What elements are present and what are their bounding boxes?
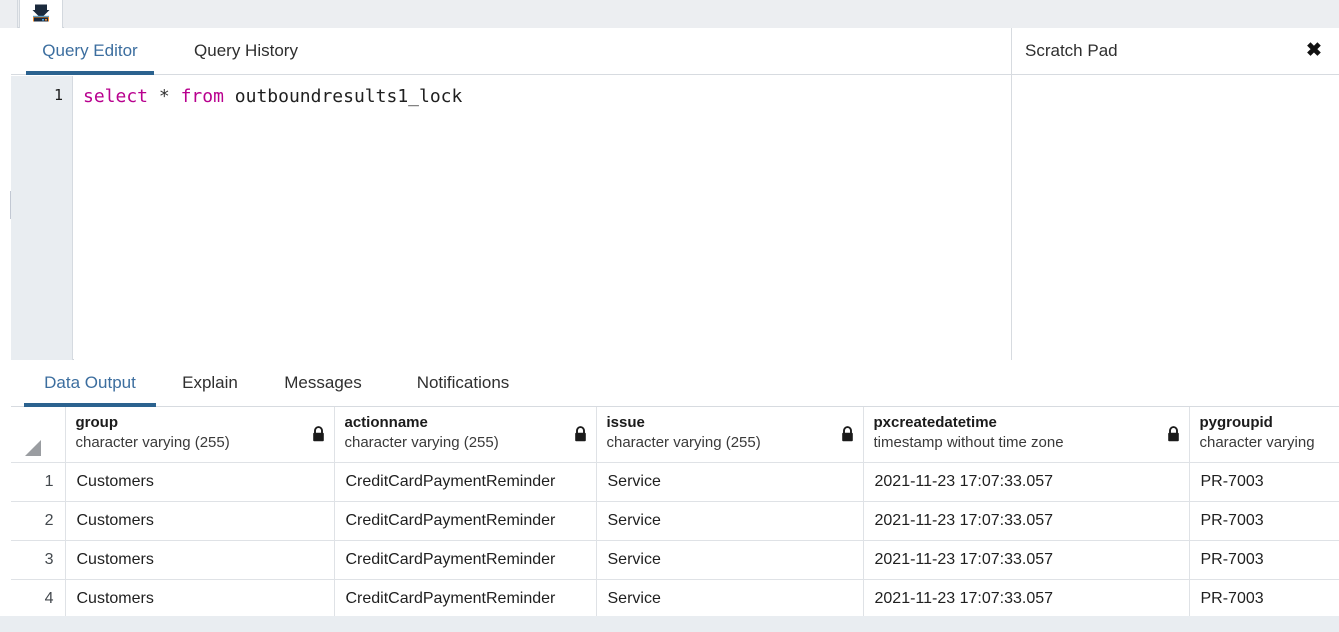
tab-notifications-label: Notifications bbox=[416, 373, 510, 392]
table-row[interactable]: 4 Customers CreditCardPaymentReminder Se… bbox=[11, 579, 1339, 619]
column-header-pygroupid[interactable]: pygroupid character varying bbox=[1189, 407, 1339, 463]
select-all-corner[interactable] bbox=[11, 407, 66, 463]
table-body: 1 Customers CreditCardPaymentReminder Se… bbox=[11, 462, 1339, 619]
cell-group[interactable]: Customers bbox=[65, 579, 335, 619]
tab-explain[interactable]: Explain bbox=[166, 361, 254, 407]
tab-messages-label: Messages bbox=[284, 373, 362, 392]
column-type: character varying (255) bbox=[344, 434, 499, 451]
sql-star: * bbox=[158, 86, 170, 107]
column-header-pxcreatedatetime[interactable]: pxcreatedatetime timestamp without time … bbox=[863, 407, 1190, 463]
sql-space-3 bbox=[224, 86, 235, 107]
cell-pxcreatedatetime[interactable]: 2021-11-23 17:07:33.057 bbox=[863, 462, 1190, 502]
cell-issue[interactable]: Service bbox=[596, 579, 864, 619]
top-toolbar bbox=[0, 0, 1339, 28]
sql-space-2 bbox=[170, 86, 181, 107]
column-name: actionname bbox=[344, 414, 428, 431]
table-row[interactable]: 3 Customers CreditCardPaymentReminder Se… bbox=[11, 540, 1339, 580]
lock-icon bbox=[312, 426, 324, 442]
column-header-issue[interactable]: issue character varying (255) bbox=[596, 407, 864, 463]
cell-pygroupid[interactable]: PR-7003 bbox=[1189, 540, 1339, 580]
grid-footer-strip bbox=[0, 616, 1339, 632]
lock-icon bbox=[574, 426, 586, 442]
row-number: 3 bbox=[11, 540, 66, 580]
sql-keyword-from: from bbox=[180, 86, 224, 107]
tab-query-history-label: Query History bbox=[194, 40, 298, 60]
editor-code-area[interactable]: select * from outboundresults1_lock bbox=[74, 76, 1011, 360]
column-name: pxcreatedatetime bbox=[873, 414, 997, 431]
sql-editor[interactable]: 1 select * from outboundresults1_lock bbox=[10, 76, 1011, 360]
editor-gutter: 1 bbox=[11, 76, 73, 360]
scratch-pad-header: Scratch Pad ✖ bbox=[1012, 28, 1339, 75]
scratch-pad-body[interactable] bbox=[1012, 75, 1339, 360]
editor-tabbar: Query Editor Query History bbox=[11, 28, 1012, 75]
column-type: character varying bbox=[1199, 434, 1315, 451]
sql-space-1 bbox=[148, 86, 159, 107]
sql-table-name: outboundresults1_lock bbox=[234, 86, 463, 107]
column-type: character varying (255) bbox=[606, 434, 761, 451]
cell-actionname[interactable]: CreditCardPaymentReminder bbox=[334, 540, 597, 580]
column-type: character varying (255) bbox=[75, 434, 230, 451]
cell-pygroupid[interactable]: PR-7003 bbox=[1189, 579, 1339, 619]
cell-group[interactable]: Customers bbox=[65, 540, 335, 580]
table-header-row: group character varying (255) actionname… bbox=[11, 407, 1339, 463]
line-number: 1 bbox=[53, 86, 63, 104]
column-header-group[interactable]: group character varying (255) bbox=[65, 407, 335, 463]
cell-issue[interactable]: Service bbox=[596, 462, 864, 502]
toolbar-left-edge bbox=[0, 0, 18, 28]
lock-icon bbox=[1167, 426, 1179, 442]
scratch-pad-title: Scratch Pad bbox=[1025, 40, 1118, 60]
tab-notifications[interactable]: Notifications bbox=[393, 361, 533, 407]
sql-query-line: select * from outboundresults1_lock bbox=[83, 86, 1011, 108]
corner-triangle-icon bbox=[25, 439, 41, 456]
cell-issue[interactable]: Service bbox=[596, 501, 864, 541]
table-row[interactable]: 2 Customers CreditCardPaymentReminder Se… bbox=[11, 501, 1339, 541]
lock-icon bbox=[841, 426, 853, 442]
download-results-button[interactable] bbox=[19, 0, 63, 28]
tab-query-history[interactable]: Query History bbox=[171, 28, 321, 75]
column-name: pygroupid bbox=[1199, 414, 1273, 431]
tab-query-editor[interactable]: Query Editor bbox=[26, 28, 154, 75]
column-type: timestamp without time zone bbox=[873, 434, 1064, 451]
cell-pxcreatedatetime[interactable]: 2021-11-23 17:07:33.057 bbox=[863, 579, 1190, 619]
table-row[interactable]: 1 Customers CreditCardPaymentReminder Se… bbox=[11, 462, 1339, 502]
tab-data-output-label: Data Output bbox=[44, 373, 136, 392]
row-number: 2 bbox=[11, 501, 66, 541]
tab-data-output[interactable]: Data Output bbox=[24, 361, 156, 407]
tab-messages[interactable]: Messages bbox=[259, 361, 387, 407]
results-tabbar: Data Output Explain Messages Notificatio… bbox=[11, 361, 1339, 407]
cell-group[interactable]: Customers bbox=[65, 501, 335, 541]
cell-group[interactable]: Customers bbox=[65, 462, 335, 502]
column-header-actionname[interactable]: actionname character varying (255) bbox=[334, 407, 597, 463]
cell-issue[interactable]: Service bbox=[596, 540, 864, 580]
row-number: 1 bbox=[11, 462, 66, 502]
row-number: 4 bbox=[11, 579, 66, 619]
cell-pygroupid[interactable]: PR-7003 bbox=[1189, 501, 1339, 541]
close-icon[interactable]: ✖ bbox=[1301, 28, 1327, 75]
results-grid[interactable]: group character varying (255) actionname… bbox=[11, 407, 1339, 632]
tab-query-editor-label: Query Editor bbox=[42, 40, 138, 60]
cell-actionname[interactable]: CreditCardPaymentReminder bbox=[334, 462, 597, 502]
tab-explain-label: Explain bbox=[182, 373, 238, 392]
cell-pxcreatedatetime[interactable]: 2021-11-23 17:07:33.057 bbox=[863, 540, 1190, 580]
cell-actionname[interactable]: CreditCardPaymentReminder bbox=[334, 501, 597, 541]
download-results-icon bbox=[32, 4, 50, 22]
sql-keyword-select: select bbox=[83, 86, 149, 107]
cell-pygroupid[interactable]: PR-7003 bbox=[1189, 462, 1339, 502]
results-table: group character varying (255) actionname… bbox=[11, 407, 1339, 619]
column-name: issue bbox=[606, 414, 645, 431]
cell-pxcreatedatetime[interactable]: 2021-11-23 17:07:33.057 bbox=[863, 501, 1190, 541]
column-name: group bbox=[75, 414, 119, 431]
toolbar-empty-area bbox=[64, 0, 1339, 28]
cell-actionname[interactable]: CreditCardPaymentReminder bbox=[334, 579, 597, 619]
